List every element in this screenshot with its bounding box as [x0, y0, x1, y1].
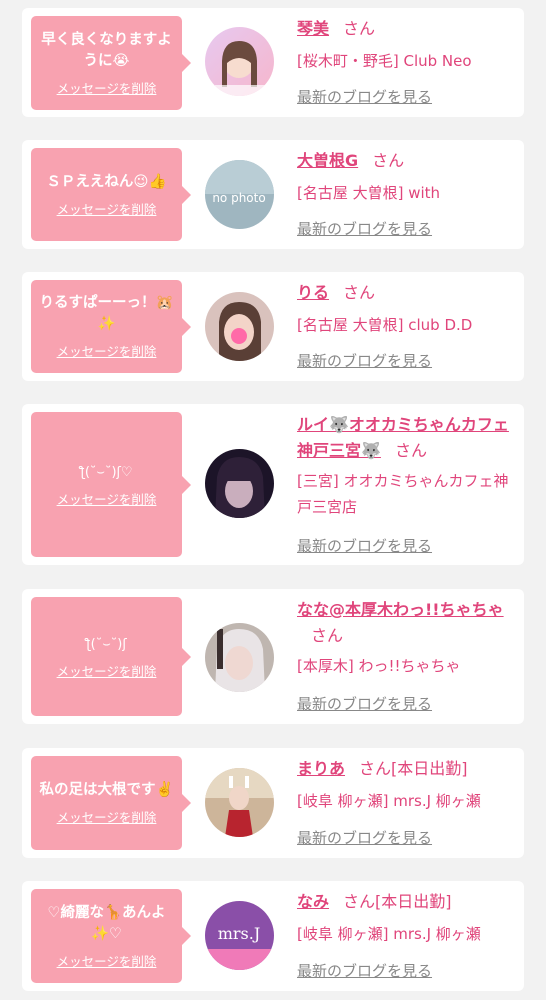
shop-name: [岐阜 柳ヶ瀬] mrs.J 柳ヶ瀬 [297, 925, 481, 943]
no-photo-label: no photo [212, 191, 265, 205]
message-text: ƪ(˘⌣˘)ʃ [86, 636, 127, 652]
message-bubble: ♡綺麗な🦒あんよ✨♡ メッセージを削除 [31, 889, 191, 983]
avatar[interactable]: mrs.J [205, 901, 274, 970]
honorific: さん [343, 283, 376, 302]
message-text: 早く良くなりますように😭 [41, 31, 172, 69]
cast-name-link[interactable]: りる [297, 283, 329, 302]
honorific: さん [311, 626, 344, 645]
cast-name-link[interactable]: なな@本厚木わっ!!ちゃちゃ [297, 600, 504, 619]
cast-name-link[interactable]: 琴美 [297, 19, 329, 38]
shop-name: [桜木町・野毛] Club Neo [297, 52, 472, 70]
shop-name: [岐阜 柳ヶ瀬] mrs.J 柳ヶ瀬 [297, 792, 481, 810]
avatar[interactable] [205, 292, 274, 361]
avatar[interactable] [205, 449, 274, 518]
latest-blog-link[interactable]: 最新のブログを見る [297, 86, 432, 107]
shop-name: [三宮] オオカミちゃんカフェ神戸三宮店 [297, 472, 509, 516]
delete-message-link[interactable]: メッセージを削除 [57, 661, 157, 680]
message-card: ƪ(˘⌣˘)ʃ♡ メッセージを削除 ルイ🐺オオカミちゃんカフェ神戸三宮🐺 さん [… [22, 404, 524, 565]
message-bubble: 早く良くなりますように😭 メッセージを削除 [31, 16, 191, 110]
message-text: ＳＰええねん😉👍 [46, 173, 167, 190]
avatar[interactable] [205, 768, 274, 837]
message-card: りるすぱーーっ！🐹✨ メッセージを削除 りる さん [名古屋 大曽根] club … [22, 272, 524, 381]
cast-info: 大曽根G さん [名古屋 大曽根] with [297, 148, 519, 206]
delete-message-link[interactable]: メッセージを削除 [57, 78, 157, 97]
message-text: ƪ(˘⌣˘)ʃ♡ [80, 464, 133, 480]
cast-info: なな@本厚木わっ!!ちゃちゃさん [本厚木] わっ!!ちゃちゃ [297, 597, 519, 679]
message-card: ƪ(˘⌣˘)ʃ メッセージを削除 なな@本厚木わっ!!ちゃちゃさん [本厚木] … [22, 589, 524, 724]
latest-blog-link[interactable]: 最新のブログを見る [297, 535, 432, 556]
message-card: ＳＰええねん😉👍 メッセージを削除 no photo 大曽根G さん [名古屋 大… [22, 140, 524, 249]
message-card: 早く良くなりますように😭 メッセージを削除 琴美 さん [桜木町・野毛] Club… [22, 8, 524, 117]
delete-message-link[interactable]: メッセージを削除 [57, 199, 157, 218]
message-text: 私の足は大根です✌️ [39, 782, 174, 798]
delete-message-link[interactable]: メッセージを削除 [57, 341, 157, 360]
message-card: 私の足は大根です✌️ メッセージを削除 まりあ さん[本日出勤] [岐阜 柳ヶ瀬]… [22, 748, 524, 858]
message-text: ♡綺麗な🦒あんよ✨♡ [47, 904, 166, 942]
latest-blog-link[interactable]: 最新のブログを見る [297, 827, 432, 848]
cast-info: 琴美 さん [桜木町・野毛] Club Neo [297, 16, 519, 74]
message-bubble: ＳＰええねん😉👍 メッセージを削除 [31, 148, 191, 241]
honorific: さん [343, 19, 376, 38]
shop-name: [本厚木] わっ!!ちゃちゃ [297, 657, 461, 675]
honorific: さん[本日出勤] [359, 759, 468, 778]
message-card: ♡綺麗な🦒あんよ✨♡ メッセージを削除 mrs.J なみ さん[本日出勤] [岐阜… [22, 881, 524, 991]
latest-blog-link[interactable]: 最新のブログを見る [297, 350, 432, 371]
honorific: さん[本日出勤] [343, 892, 452, 911]
delete-message-link[interactable]: メッセージを削除 [57, 951, 157, 970]
honorific: さん [394, 441, 427, 460]
message-bubble: りるすぱーーっ！🐹✨ メッセージを削除 [31, 280, 191, 373]
cast-name-link[interactable]: なみ [297, 892, 329, 911]
cast-info: ルイ🐺オオカミちゃんカフェ神戸三宮🐺 さん [三宮] オオカミちゃんカフェ神戸三宮… [297, 412, 519, 520]
shop-name: [名古屋 大曽根] with [297, 184, 441, 202]
cast-name-link[interactable]: まりあ [297, 759, 345, 778]
latest-blog-link[interactable]: 最新のブログを見る [297, 218, 432, 239]
avatar[interactable] [205, 27, 274, 96]
shop-logo-text: mrs.J [218, 924, 261, 943]
latest-blog-link[interactable]: 最新のブログを見る [297, 960, 432, 981]
latest-blog-link[interactable]: 最新のブログを見る [297, 693, 432, 714]
cast-name-link[interactable]: 大曽根G [297, 151, 358, 170]
cast-info: まりあ さん[本日出勤] [岐阜 柳ヶ瀬] mrs.J 柳ヶ瀬 [297, 756, 519, 814]
shop-name: [名古屋 大曽根] club D.D [297, 316, 473, 334]
message-bubble: ƪ(˘⌣˘)ʃ メッセージを削除 [31, 597, 191, 716]
message-text: りるすぱーーっ！🐹✨ [39, 295, 174, 332]
avatar[interactable] [205, 623, 274, 692]
avatar[interactable]: no photo [205, 160, 274, 229]
cast-info: りる さん [名古屋 大曽根] club D.D [297, 280, 519, 338]
message-bubble: 私の足は大根です✌️ メッセージを削除 [31, 756, 191, 850]
cast-info: なみ さん[本日出勤] [岐阜 柳ヶ瀬] mrs.J 柳ヶ瀬 [297, 889, 519, 947]
message-bubble: ƪ(˘⌣˘)ʃ♡ メッセージを削除 [31, 412, 191, 557]
delete-message-link[interactable]: メッセージを削除 [57, 489, 157, 508]
honorific: さん [372, 151, 405, 170]
delete-message-link[interactable]: メッセージを削除 [57, 807, 157, 826]
